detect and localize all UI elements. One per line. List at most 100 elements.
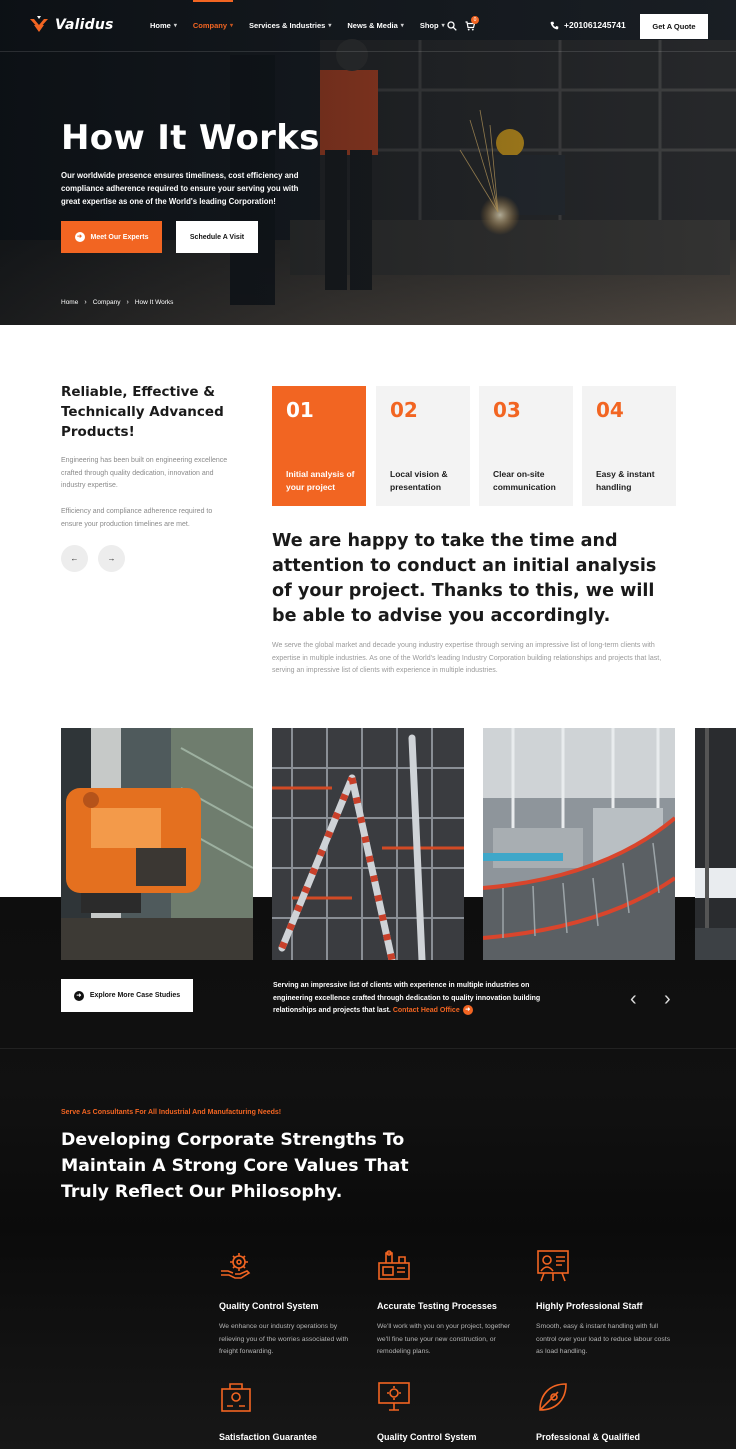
case-image-scaffolding xyxy=(272,728,464,960)
breadcrumb-company[interactable]: Company xyxy=(93,299,121,306)
step-number: 04 xyxy=(596,398,624,422)
contact-head-office-link[interactable]: Contact Head Office xyxy=(393,1007,460,1014)
step-label: Initial analysis of your project xyxy=(286,469,355,492)
menu-item-company[interactable]: Company ▾ xyxy=(192,0,234,30)
strengths-title: Developing Corporate Strengths To Mainta… xyxy=(61,1130,409,1202)
staff-board-icon xyxy=(537,1250,569,1282)
guarantee-icon xyxy=(221,1383,251,1412)
step-number: 03 xyxy=(493,398,521,422)
slider-next-arrow[interactable]: › xyxy=(664,988,671,1011)
step-card-02[interactable]: 02 Local vision & presentation xyxy=(376,386,470,506)
testing-machine-icon xyxy=(378,1250,410,1280)
menu-label: News & Media xyxy=(347,21,398,30)
arrow-right-icon: ➜ xyxy=(73,990,84,1001)
step-card-01[interactable]: 01 Initial analysis of your project xyxy=(272,386,366,506)
step-headline: We are happy to take the time and attent… xyxy=(272,531,657,626)
menu-label: Services & Industries xyxy=(249,21,326,30)
features-paragraph: Engineering has been built on engineerin… xyxy=(61,457,228,489)
features-title: Reliable, Effective & Technically Advanc… xyxy=(61,384,224,440)
step-body-text: We serve the global market and decade yo… xyxy=(272,642,662,675)
arrow-left-icon: ← xyxy=(70,554,79,563)
next-arrow-button[interactable]: → xyxy=(98,545,125,572)
phone-contact[interactable]: +201061245741 xyxy=(550,20,626,30)
gear-hand-icon xyxy=(221,1253,251,1279)
case-study-card[interactable] xyxy=(483,728,675,960)
case-study-card[interactable] xyxy=(272,728,464,960)
service-item[interactable]: Highly Professional Staff Smooth, easy &… xyxy=(536,1249,676,1359)
step-card-03[interactable]: 03 Clear on-site communication xyxy=(479,386,573,506)
chevron-down-icon: ▾ xyxy=(230,23,234,29)
explore-case-studies-button[interactable]: ➜ Explore More Case Studies xyxy=(61,979,193,1012)
service-title: Accurate Testing Processes xyxy=(377,1301,497,1311)
case-study-card[interactable] xyxy=(695,728,736,960)
case-studies-text: Serving an impressive list of clients wi… xyxy=(273,980,543,1018)
service-description: Smooth, easy & instant handling with ful… xyxy=(536,1323,671,1355)
menu-item-home[interactable]: Home ▾ xyxy=(150,21,177,30)
service-item[interactable]: Quality Control System xyxy=(377,1380,517,1442)
step-label: Clear on-site communication xyxy=(493,469,556,492)
search-icon[interactable] xyxy=(447,21,457,31)
chevron-down-icon: ▾ xyxy=(328,23,332,29)
slider-prev-arrow[interactable]: ‹ xyxy=(630,988,637,1011)
step-number: 02 xyxy=(390,398,418,422)
section-divider xyxy=(0,1048,736,1049)
features-paragraph: Efficiency and compliance adherence requ… xyxy=(61,508,213,528)
menu-item-news-media[interactable]: News & Media ▾ xyxy=(347,21,403,30)
service-description: We enhance our industry operations by re… xyxy=(219,1323,349,1355)
service-title: Quality Control System xyxy=(219,1301,319,1311)
logo-mark-icon xyxy=(30,16,48,32)
top-navigation: Validus Home ▾ Company ▾ Services & Indust… xyxy=(0,0,736,52)
arrow-right-icon[interactable]: ➜ xyxy=(462,1005,473,1016)
service-title: Quality Control System xyxy=(377,1432,477,1442)
service-title: Satisfaction Guarantee xyxy=(219,1432,318,1442)
chevron-right-icon: › xyxy=(84,299,87,306)
schedule-a-visit-button[interactable]: Schedule A Visit xyxy=(176,221,258,253)
leaf-gear-icon xyxy=(539,1383,567,1411)
step-label: Easy & instant handling xyxy=(596,469,655,492)
arrow-right-icon: ➜ xyxy=(74,232,85,242)
case-image-valve xyxy=(61,728,253,960)
service-item[interactable]: Professional & Qualified xyxy=(536,1380,676,1442)
hero-description: Our worldwide presence ensures timelines… xyxy=(61,171,299,206)
service-title: Professional & Qualified xyxy=(536,1432,641,1442)
chevron-down-icon: ▾ xyxy=(400,23,404,29)
menu-label: Home xyxy=(150,21,171,30)
phone-number: +201061245741 xyxy=(564,20,626,30)
breadcrumb-home[interactable]: Home xyxy=(61,299,78,306)
button-label: Meet Our Experts xyxy=(90,233,149,241)
page-title: How It Works xyxy=(61,118,320,158)
step-card-04[interactable]: 04 Easy & instant handling xyxy=(582,386,676,506)
site-logo[interactable]: Validus xyxy=(29,15,114,35)
step-number: 01 xyxy=(286,398,314,422)
menu-label: Company xyxy=(192,21,228,30)
chevron-right-icon: › xyxy=(126,299,129,306)
service-item[interactable]: Satisfaction Guarantee xyxy=(219,1380,359,1442)
menu-item-services-industries[interactable]: Services & Industries ▾ xyxy=(249,21,331,30)
case-image-conveyor xyxy=(483,728,675,960)
strengths-eyebrow: Serve As Consultants For All Industrial … xyxy=(61,1109,282,1116)
menu-label: Shop xyxy=(419,21,439,30)
case-image-machinery xyxy=(695,728,736,960)
main-menu: Home ▾ Company ▾ Services & Industries ▾ Ne… xyxy=(150,0,461,30)
chevron-down-icon: ▾ xyxy=(173,23,177,29)
arrow-right-icon: → xyxy=(107,554,116,563)
monitor-gear-icon xyxy=(378,1382,410,1411)
button-label: Explore More Case Studies xyxy=(89,992,181,999)
step-label: Local vision & presentation xyxy=(390,469,448,492)
logo-text: Validus xyxy=(55,17,114,33)
breadcrumb-current: How It Works xyxy=(134,299,174,306)
phone-icon xyxy=(550,21,559,29)
service-title: Highly Professional Staff xyxy=(536,1301,643,1311)
meet-our-experts-button[interactable]: ➜ Meet Our Experts xyxy=(61,221,162,253)
hero-section: Validus Home ▾ Company ▾ Services & Indust… xyxy=(0,0,736,325)
cart-count-badge: 0 xyxy=(471,16,479,24)
service-description: We'll work with you on your project, tog… xyxy=(377,1323,511,1355)
chevron-down-icon: ▾ xyxy=(441,23,445,29)
breadcrumb: Home › Company › How It Works xyxy=(61,299,173,306)
service-item[interactable]: Accurate Testing Processes We'll work wi… xyxy=(377,1249,517,1359)
get-a-quote-button[interactable]: Get A Quote xyxy=(640,14,708,39)
service-item[interactable]: Quality Control System We enhance our in… xyxy=(219,1249,359,1359)
prev-arrow-button[interactable]: ← xyxy=(61,545,88,572)
menu-item-shop[interactable]: Shop ▾ xyxy=(420,21,445,30)
case-study-card[interactable] xyxy=(61,728,253,960)
